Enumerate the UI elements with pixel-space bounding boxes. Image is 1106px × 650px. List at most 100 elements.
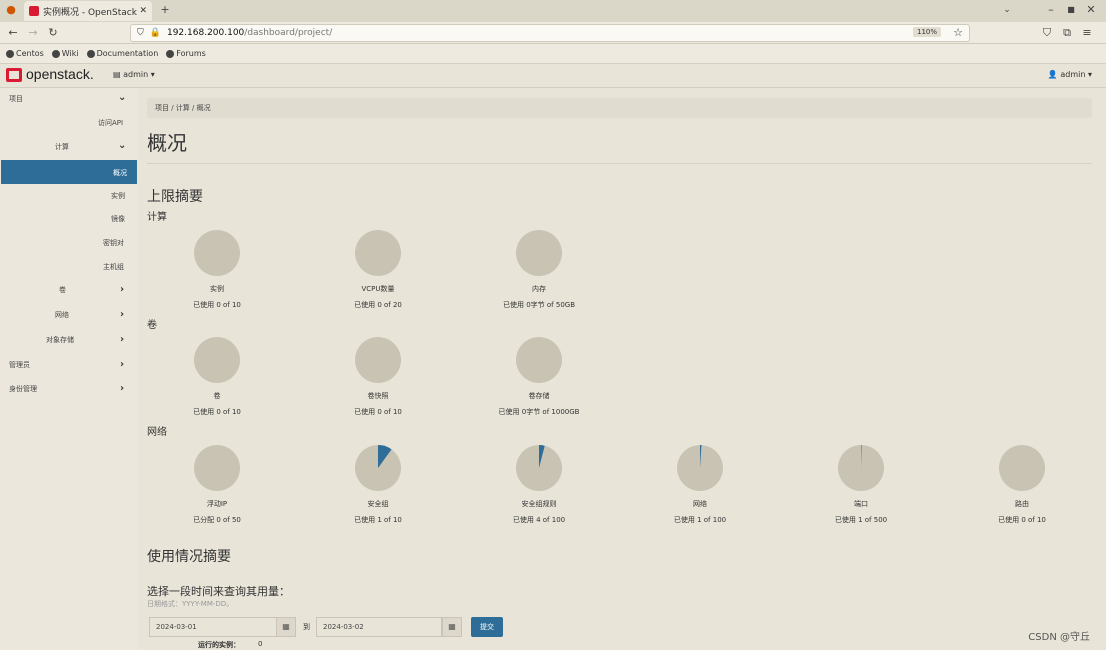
sidebar-item-object-store[interactable]: 对象存储 bbox=[46, 335, 74, 345]
quota-gauge: 卷存储已使用 0字节 of 1000GB bbox=[479, 336, 599, 417]
to-label: 到 bbox=[303, 623, 310, 631]
chevron-right-icon[interactable]: › bbox=[120, 334, 124, 345]
maximize-icon[interactable]: ■ bbox=[1064, 3, 1078, 17]
sidebar-item-instances[interactable]: 实例 bbox=[111, 191, 125, 201]
forward-icon[interactable]: → bbox=[26, 26, 40, 40]
pocket-icon[interactable]: ⛉ bbox=[1040, 26, 1054, 40]
star-icon[interactable]: ☆ bbox=[953, 26, 963, 39]
gauge-usage: 已分配 0 of 50 bbox=[193, 516, 241, 524]
gauge-label: VCPU数量 bbox=[361, 285, 395, 293]
chevron-right-icon[interactable]: › bbox=[120, 309, 124, 320]
bookmark-centos[interactable]: Centos bbox=[6, 49, 44, 58]
start-date-input[interactable]: 2024-03-01 bbox=[149, 617, 277, 637]
browser-tab[interactable]: 实例概况 - OpenStack Da ✕ bbox=[24, 1, 152, 21]
globe-icon bbox=[86, 49, 95, 58]
menu-icon[interactable]: ≡ bbox=[1080, 26, 1094, 40]
sidebar-item-overview[interactable]: 概况 bbox=[1, 160, 137, 184]
usage-summary-heading: 使用情况摘要 bbox=[147, 549, 231, 565]
back-icon[interactable]: ← bbox=[6, 26, 20, 40]
bookmark-wiki[interactable]: Wiki bbox=[51, 49, 79, 58]
sidebar-item-identity[interactable]: 身份管理 bbox=[9, 384, 37, 394]
logo-text[interactable]: openstack. bbox=[26, 66, 94, 82]
chevron-right-icon[interactable]: › bbox=[120, 284, 124, 295]
running-instances-label: 运行的实例： bbox=[198, 641, 240, 649]
gauge-pie bbox=[194, 445, 240, 491]
sidebar-item-images[interactable]: 镜像 bbox=[111, 214, 125, 224]
gauge-pie bbox=[999, 445, 1045, 491]
submit-button[interactable]: 提交 bbox=[471, 617, 503, 637]
gauge-usage: 已使用 0 of 20 bbox=[354, 301, 402, 309]
url-host: 192.168.200.100 bbox=[166, 28, 245, 38]
calendar-icon[interactable]: ▦ bbox=[276, 617, 296, 637]
sidebar-item-compute[interactable]: 计算 bbox=[55, 142, 69, 152]
chevron-right-icon[interactable]: › bbox=[120, 359, 124, 370]
quota-gauge: 路由 已使用 0 of 10 bbox=[962, 444, 1082, 525]
gauge-label: 路由 bbox=[1015, 500, 1029, 508]
gauge-usage: 已使用 0 of 10 bbox=[193, 408, 241, 416]
chevron-down-icon[interactable]: ⌄ bbox=[118, 140, 126, 151]
gauge-pie bbox=[838, 445, 884, 491]
gauge-background bbox=[516, 230, 562, 276]
gauge-label: 端口 bbox=[854, 500, 868, 508]
openstack-logo-icon[interactable] bbox=[6, 68, 22, 82]
user-menu[interactable]: 👤 admin ▾ bbox=[1048, 70, 1092, 79]
end-date-input[interactable]: 2024-03-02 bbox=[316, 617, 442, 637]
tab-list-icon[interactable]: ⌄ bbox=[1000, 3, 1014, 17]
quota-gauge: 安全组规则 已使用 4 of 100 bbox=[479, 444, 599, 525]
project-selector[interactable]: ▤ admin ▾ bbox=[113, 70, 155, 79]
compute-heading: 计算 bbox=[147, 212, 167, 223]
lock-icon: 🔒 bbox=[149, 28, 161, 38]
new-tab-icon[interactable]: + bbox=[158, 3, 172, 17]
quota-gauge: 卷已使用 0 of 10 bbox=[157, 336, 277, 417]
gauge-pie bbox=[355, 337, 401, 383]
gauge-label: 卷存储 bbox=[528, 392, 550, 400]
gauge-pie bbox=[355, 230, 401, 276]
bookmark-forums[interactable]: Forums bbox=[166, 49, 206, 58]
browser-toolbar: ← → ↻ ⛉ 🔒 192.168.200.100 /dashboard/pro… bbox=[0, 22, 1106, 44]
calendar-icon[interactable]: ▦ bbox=[442, 617, 462, 637]
close-window-icon[interactable]: ✕ bbox=[1084, 3, 1098, 17]
gauge-usage: 已使用 4 of 100 bbox=[512, 516, 566, 524]
shield-icon: ⛉ bbox=[137, 28, 144, 38]
sidebar-item-volumes[interactable]: 卷 bbox=[59, 285, 66, 295]
gauge-pie bbox=[516, 337, 562, 383]
sidebar-item-keypairs[interactable]: 密钥对 bbox=[103, 238, 124, 248]
volume-heading: 卷 bbox=[147, 320, 157, 331]
sidebar-item-access-api[interactable]: 访问API bbox=[98, 118, 123, 128]
chevron-down-icon[interactable]: ⌄ bbox=[118, 92, 126, 103]
sidebar-item-project[interactable]: 项目 bbox=[9, 94, 23, 104]
bookmark-documentation[interactable]: Documentation bbox=[86, 49, 158, 58]
minimize-icon[interactable]: – bbox=[1044, 3, 1058, 17]
sidebar-item-admin[interactable]: 管理员 bbox=[9, 360, 30, 370]
caret-down-icon: ▾ bbox=[150, 70, 155, 79]
chevron-right-icon[interactable]: › bbox=[120, 383, 124, 394]
gauge-usage: 已使用 1 of 10 bbox=[354, 516, 402, 524]
zoom-level[interactable]: 110% bbox=[912, 27, 941, 37]
gauge-usage: 已使用 0字节 of 50GB bbox=[502, 301, 575, 309]
openstack-favicon-icon bbox=[29, 6, 39, 16]
reload-icon[interactable]: ↻ bbox=[46, 26, 60, 40]
sidebar-item-server-groups[interactable]: 主机组 bbox=[103, 262, 124, 272]
sidebar: 项目 ⌄ 访问API 计算 ⌄ 概况 实例 镜像 密钥对 主机组 卷 › 网络 … bbox=[0, 88, 138, 650]
close-tab-icon[interactable]: ✕ bbox=[139, 6, 147, 16]
quota-gauge: 安全组 已使用 1 of 10 bbox=[318, 444, 438, 525]
gauge-background bbox=[194, 230, 240, 276]
date-format-hint: 日期格式：YYYY-MM-DD。 bbox=[147, 600, 234, 608]
gauge-background bbox=[194, 337, 240, 383]
watermark: CSDN @守丘 bbox=[1028, 632, 1090, 643]
extensions-icon[interactable]: ⧉ bbox=[1060, 26, 1074, 40]
globe-icon bbox=[51, 49, 60, 58]
gauge-label: 内存 bbox=[532, 285, 546, 293]
gauge-pie bbox=[355, 445, 401, 491]
divider bbox=[147, 163, 1092, 164]
limit-summary-heading: 上限摘要 bbox=[147, 189, 203, 205]
gauge-usage: 已使用 0字节 of 1000GB bbox=[498, 408, 580, 416]
url-bar[interactable]: ⛉ 🔒 192.168.200.100 /dashboard/project/ … bbox=[130, 24, 970, 42]
tab-bar: ● 实例概况 - OpenStack Da ✕ + ⌄ – ■ ✕ bbox=[0, 0, 1106, 22]
gauge-usage: 已使用 0 of 10 bbox=[193, 301, 241, 309]
gauge-usage: 已使用 0 of 10 bbox=[354, 408, 402, 416]
gauge-label: 浮动IP bbox=[206, 500, 228, 508]
firefox-icon[interactable]: ● bbox=[4, 3, 18, 17]
url-path: /dashboard/project/ bbox=[244, 28, 333, 38]
sidebar-item-network[interactable]: 网络 bbox=[55, 310, 69, 320]
